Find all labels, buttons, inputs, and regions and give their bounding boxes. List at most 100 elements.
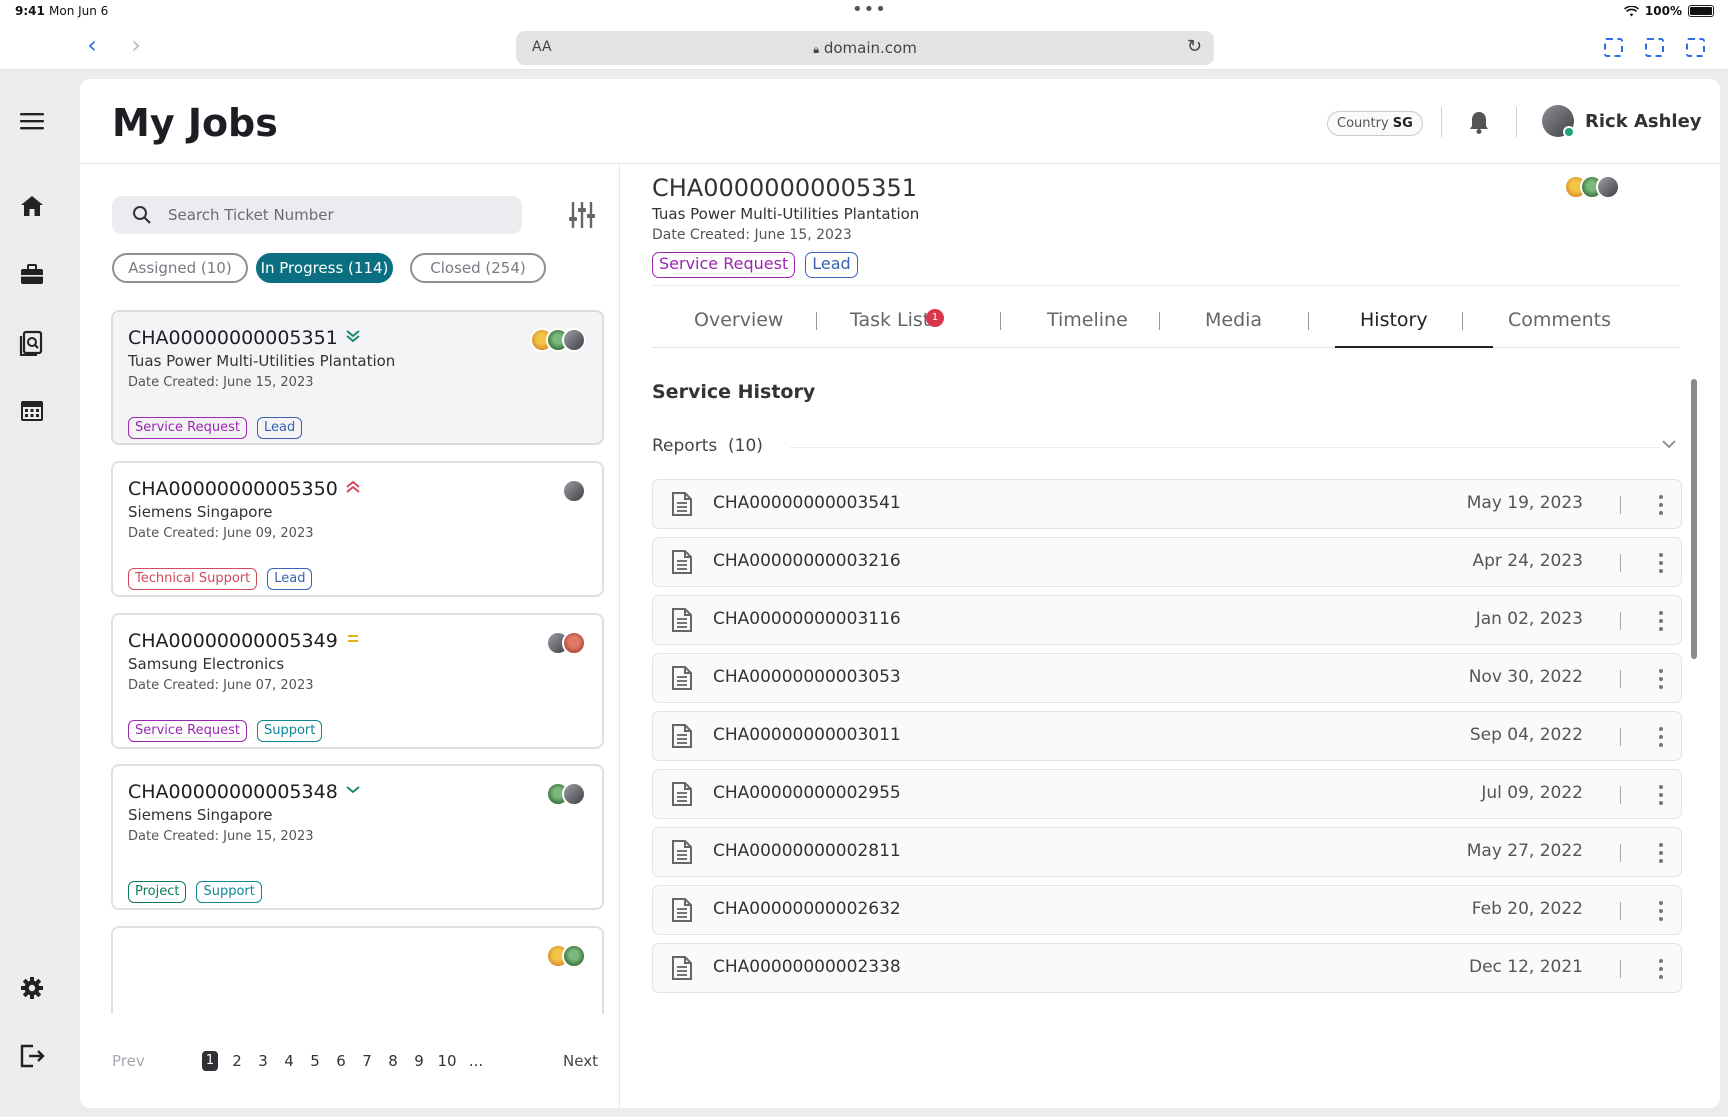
job-company: Siemens Singapore bbox=[128, 806, 273, 824]
job-card-5348[interactable]: CHA00000000005348 Siemens Singapore Date… bbox=[111, 764, 604, 910]
page-2[interactable]: 2 bbox=[224, 1049, 250, 1073]
more-options-icon[interactable] bbox=[1655, 840, 1667, 866]
more-options-icon[interactable] bbox=[1655, 666, 1667, 692]
report-id: CHA00000000003116 bbox=[713, 609, 901, 629]
job-card-5350[interactable]: CHA00000000005350 Siemens Singapore Date… bbox=[111, 461, 604, 597]
tab-overview[interactable]: Overview bbox=[694, 307, 783, 333]
job-date: Date Created: June 15, 2023 bbox=[128, 829, 314, 844]
filter-assigned[interactable]: Assigned (10) bbox=[112, 253, 248, 283]
document-icon bbox=[671, 549, 693, 575]
tab-history[interactable]: History bbox=[1360, 307, 1428, 333]
notification-bell-icon[interactable] bbox=[1467, 109, 1491, 135]
row-divider bbox=[1620, 612, 1621, 630]
country-selector[interactable]: Country SG bbox=[1327, 111, 1423, 136]
tag-lead: Lead bbox=[256, 417, 303, 439]
job-card-5349[interactable]: CHA00000000005349 Samsung Electronics Da… bbox=[111, 613, 604, 749]
forward-arrow-icon[interactable]: › bbox=[122, 32, 150, 60]
detail-tabs: Overview Task List 1 Timeline Media Hist… bbox=[652, 307, 1680, 349]
tab-task-list[interactable]: Task List bbox=[850, 307, 930, 333]
user-name[interactable]: Rick Ashley bbox=[1585, 111, 1702, 132]
filter-closed[interactable]: Closed (254) bbox=[410, 253, 546, 283]
report-id: CHA00000000002338 bbox=[713, 957, 901, 977]
detail-assignee-avatars bbox=[1564, 175, 1620, 199]
detail-company: Tuas Power Multi-Utilities Plantation bbox=[652, 205, 920, 223]
job-card-partial[interactable] bbox=[111, 926, 604, 1014]
settings-gear-icon[interactable] bbox=[19, 975, 45, 1001]
status-bar: 9:41 Mon Jun 6 ••• 100% bbox=[0, 0, 1728, 24]
url-text: domain.com bbox=[823, 39, 917, 57]
page-10[interactable]: 10 bbox=[432, 1049, 462, 1073]
calendar-icon[interactable] bbox=[19, 398, 45, 424]
report-row[interactable]: CHA00000000003053 Nov 30, 2022 bbox=[652, 653, 1682, 703]
more-options-icon[interactable] bbox=[1655, 956, 1667, 982]
job-id: CHA00000000005348 bbox=[128, 781, 338, 803]
more-options-icon[interactable] bbox=[1655, 898, 1667, 924]
page-3[interactable]: 3 bbox=[250, 1049, 276, 1073]
report-row[interactable]: CHA00000000002955 Jul 09, 2022 bbox=[652, 769, 1682, 819]
report-row[interactable]: CHA00000000002338 Dec 12, 2021 bbox=[652, 943, 1682, 993]
avatar bbox=[562, 328, 586, 352]
page-4[interactable]: 4 bbox=[276, 1049, 302, 1073]
tab-comments[interactable]: Comments bbox=[1508, 307, 1611, 333]
job-date: Date Created: June 09, 2023 bbox=[128, 526, 314, 541]
page-5[interactable]: 5 bbox=[302, 1049, 328, 1073]
document-search-icon[interactable] bbox=[19, 330, 45, 357]
more-options-icon[interactable] bbox=[1655, 550, 1667, 576]
report-row[interactable]: CHA00000000002632 Feb 20, 2022 bbox=[652, 885, 1682, 935]
tag-support: Support bbox=[196, 881, 262, 903]
page-ellipsis[interactable]: ... bbox=[462, 1049, 490, 1073]
scrollbar[interactable] bbox=[1691, 379, 1697, 659]
chevron-down-icon[interactable] bbox=[1661, 435, 1677, 454]
share-icon[interactable] bbox=[1604, 38, 1623, 57]
tag-support: Support bbox=[256, 720, 323, 742]
report-row[interactable]: CHA00000000003011 Sep 04, 2022 bbox=[652, 711, 1682, 761]
country-code: SG bbox=[1392, 116, 1413, 131]
avatar bbox=[1596, 175, 1620, 199]
document-icon bbox=[671, 723, 693, 749]
row-divider bbox=[1620, 786, 1621, 804]
report-date: Nov 30, 2022 bbox=[1468, 667, 1583, 687]
report-row[interactable]: CHA00000000003116 Jan 02, 2023 bbox=[652, 595, 1682, 645]
double-chevron-down-icon bbox=[345, 328, 361, 347]
job-card-5351[interactable]: CHA00000000005351 Tuas Power Multi-Utili… bbox=[111, 310, 604, 445]
search-icon bbox=[133, 206, 151, 224]
report-id: CHA00000000002955 bbox=[713, 783, 901, 803]
more-options-icon[interactable] bbox=[1655, 782, 1667, 808]
home-icon[interactable] bbox=[19, 193, 45, 219]
more-options-icon[interactable] bbox=[1655, 724, 1667, 750]
briefcase-icon[interactable] bbox=[19, 261, 45, 287]
report-row[interactable]: CHA00000000003216 Apr 24, 2023 bbox=[652, 537, 1682, 587]
search-input[interactable] bbox=[168, 202, 508, 228]
more-options-icon[interactable] bbox=[1655, 492, 1667, 518]
next-page-button[interactable]: Next bbox=[563, 1052, 598, 1070]
search-bar[interactable] bbox=[112, 196, 522, 234]
page-7[interactable]: 7 bbox=[354, 1049, 380, 1073]
reload-icon[interactable]: ↻ bbox=[1187, 36, 1202, 57]
tabs-overview-icon[interactable] bbox=[1686, 38, 1705, 57]
filter-sliders-icon[interactable] bbox=[567, 200, 597, 230]
page-6[interactable]: 6 bbox=[328, 1049, 354, 1073]
reports-header[interactable]: Reports (10) bbox=[652, 436, 763, 456]
multitasking-dots-icon[interactable]: ••• bbox=[852, 0, 887, 20]
double-chevron-up-icon bbox=[345, 479, 361, 498]
report-id: CHA00000000003011 bbox=[713, 725, 901, 745]
report-row[interactable]: CHA00000000003541 May 19, 2023 bbox=[652, 479, 1682, 529]
document-icon bbox=[671, 781, 693, 807]
tab-media[interactable]: Media bbox=[1205, 307, 1262, 333]
new-tab-icon[interactable] bbox=[1645, 38, 1664, 57]
more-options-icon[interactable] bbox=[1655, 608, 1667, 634]
assignee-avatars bbox=[546, 782, 586, 806]
avatar bbox=[562, 944, 586, 968]
report-row[interactable]: CHA00000000002811 May 27, 2022 bbox=[652, 827, 1682, 877]
logout-icon[interactable] bbox=[19, 1043, 45, 1069]
page-1[interactable]: 1 bbox=[202, 1051, 218, 1071]
page-8[interactable]: 8 bbox=[380, 1049, 406, 1073]
menu-icon[interactable] bbox=[19, 108, 45, 134]
address-bar[interactable]: AA 🔒︎ domain.com ↻ bbox=[516, 31, 1214, 65]
page-9[interactable]: 9 bbox=[406, 1049, 432, 1073]
filter-in-progress[interactable]: In Progress (114) bbox=[256, 253, 393, 283]
tab-timeline[interactable]: Timeline bbox=[1047, 307, 1128, 333]
prev-page-button[interactable]: Prev bbox=[112, 1052, 145, 1070]
tag-technical-support: Technical Support bbox=[128, 568, 258, 590]
back-arrow-icon[interactable]: ‹ bbox=[78, 32, 106, 60]
